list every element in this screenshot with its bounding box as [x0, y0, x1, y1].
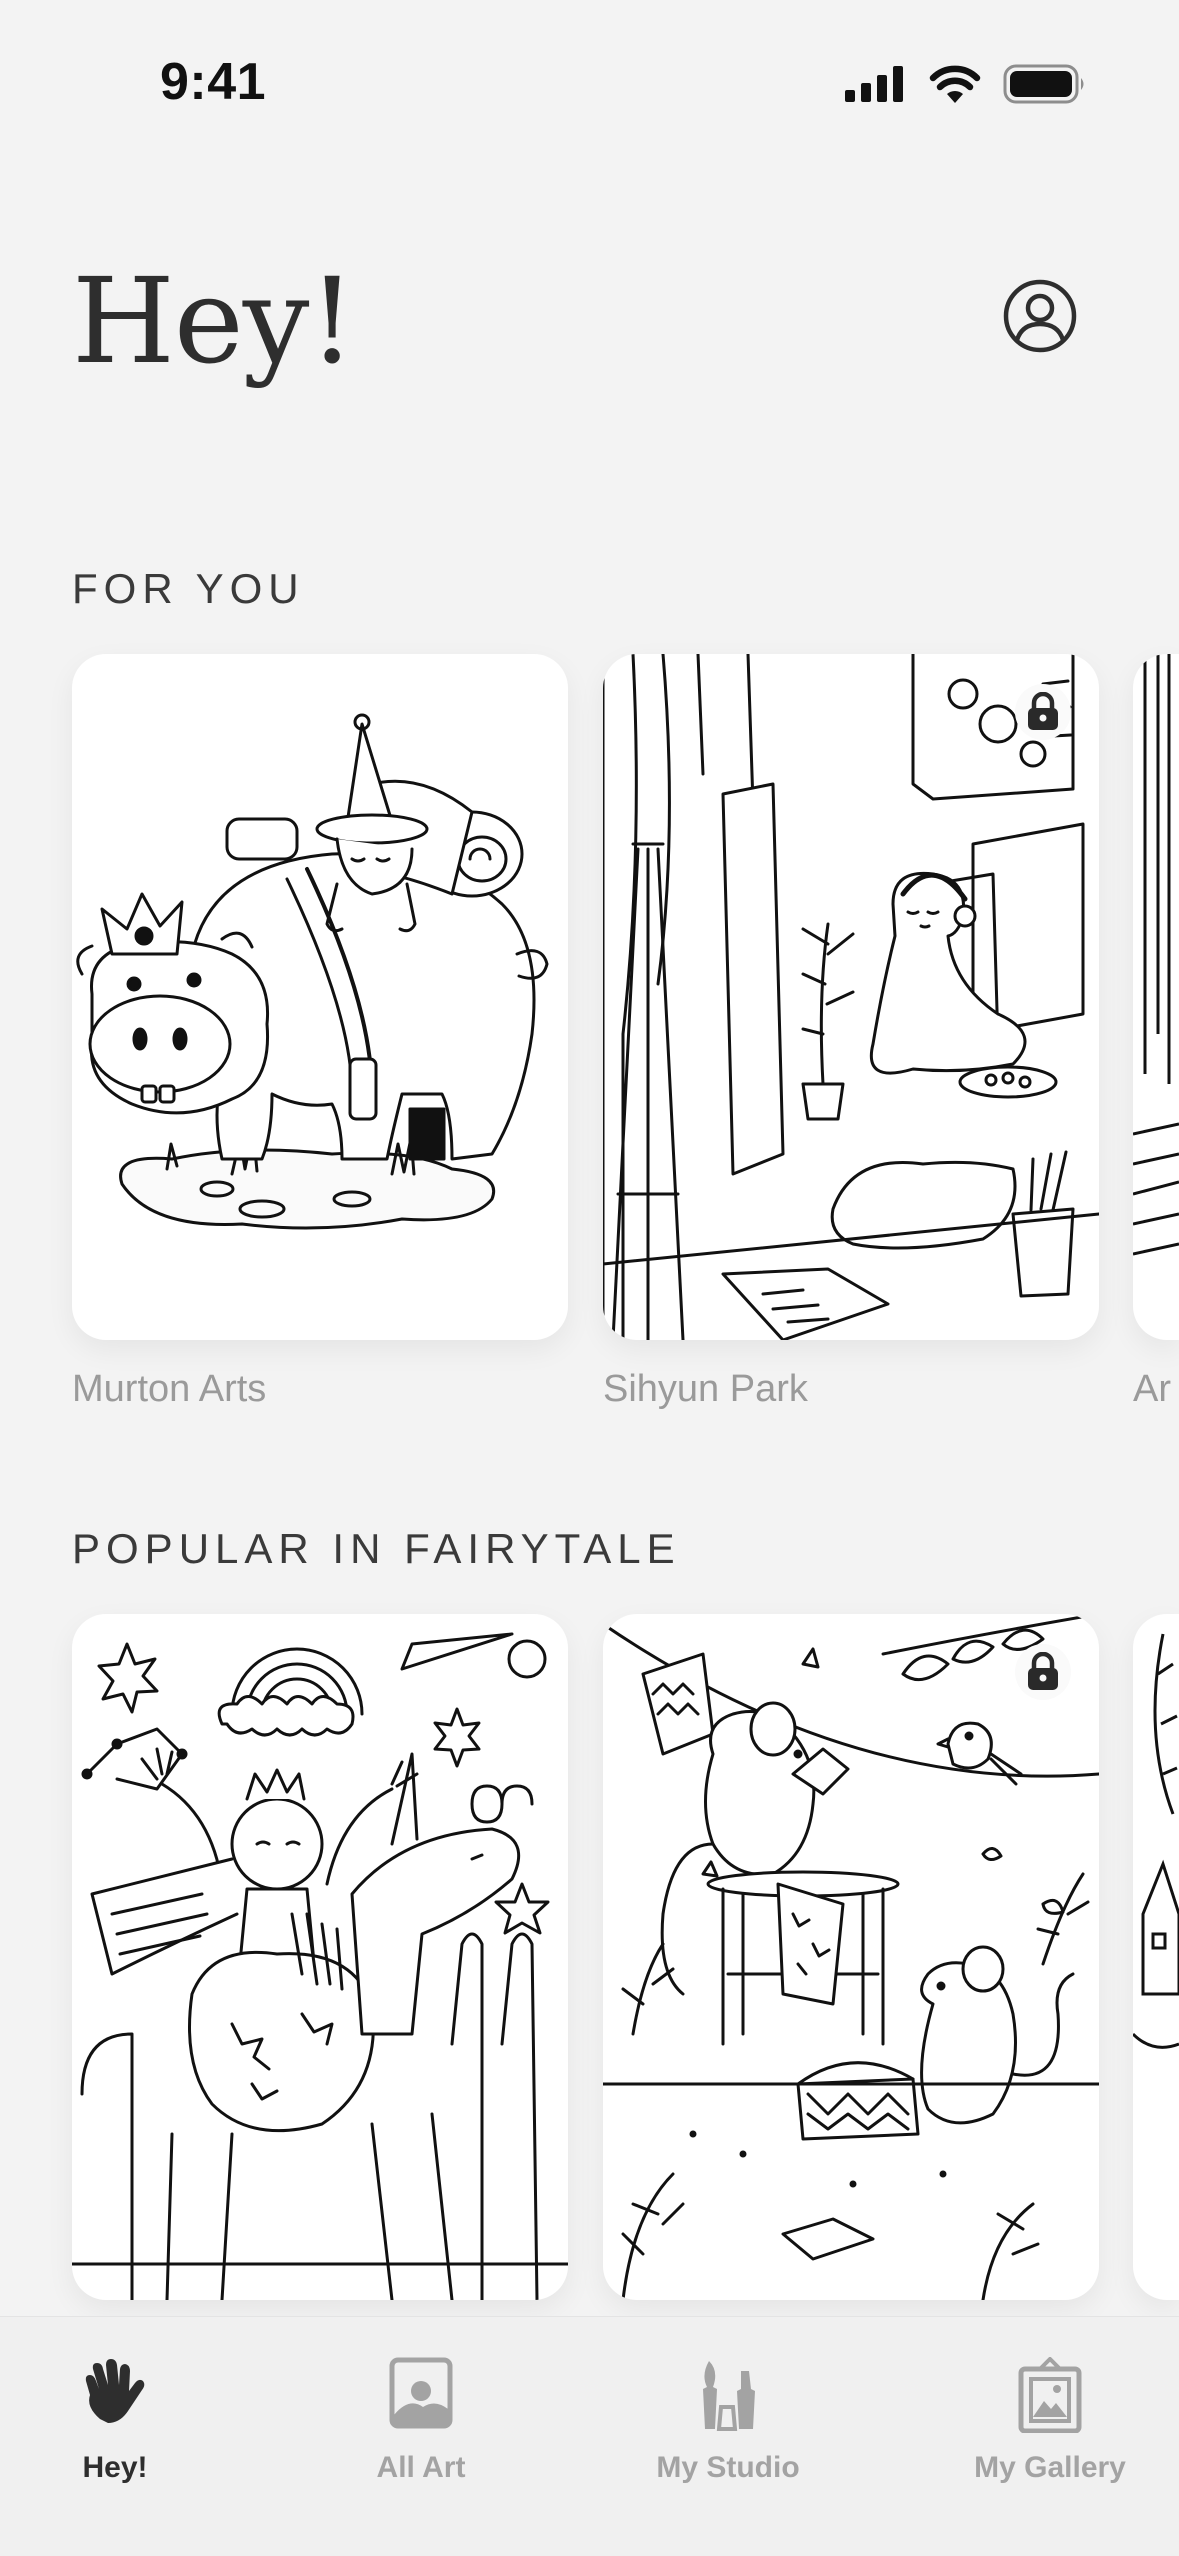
tab-label: Hey! [82, 2451, 148, 2484]
studio-artwork [603, 654, 1099, 1340]
section-title-popular-in-fairytale: POPULAR IN FAIRYTALE [72, 1525, 681, 1572]
artist-name: Ar [1133, 1368, 1171, 1410]
battery-icon [1003, 64, 1084, 104]
user-circle-icon [1003, 279, 1077, 353]
unicorn-artwork [72, 1632, 568, 2300]
tab-my-gallery[interactable]: My Gallery [955, 2317, 1145, 2517]
artist-name: Murton Arts [72, 1368, 267, 1410]
status-time: 9:41 [160, 53, 267, 111]
cellular-signal-icon [845, 66, 903, 102]
page-title: Hey! [72, 252, 356, 390]
tab-label: My Studio [656, 2451, 800, 2484]
lock-icon [1028, 1652, 1058, 1690]
tab-my-studio[interactable]: My Studio [628, 2317, 828, 2517]
artist-name: Sihyun Park [603, 1368, 808, 1410]
wifi-icon [929, 65, 981, 103]
artwork-card-peek[interactable] [1133, 654, 1179, 1340]
waving-hand-icon [85, 2359, 145, 2423]
artwork-card-mice[interactable] [603, 1614, 1099, 2300]
app-screen: 9:41 Hey! FOR YOU Murton Arts Sihyun Par… [0, 0, 1179, 2556]
tab-hey[interactable]: Hey! [40, 2317, 190, 2517]
tab-label: All Art [376, 2451, 466, 2484]
artwork-card-peek[interactable] [1133, 1614, 1179, 2300]
artwork-card-studio[interactable] [603, 654, 1099, 1340]
status-bar: 9:41 [0, 0, 1179, 150]
peek-artwork [1133, 1633, 1179, 2049]
peek-artwork [1133, 654, 1179, 1256]
section-title-for-you: FOR YOU [72, 565, 305, 612]
lock-badge [1015, 1644, 1071, 1700]
lock-icon [1028, 692, 1058, 730]
artwork-card-unicorn[interactable] [72, 1614, 568, 2300]
tab-label: My Gallery [974, 2451, 1126, 2484]
picture-icon [389, 2357, 453, 2429]
artwork-card-hippo[interactable] [72, 654, 568, 1340]
brushes-icon [703, 2361, 755, 2431]
framed-picture-icon [1018, 2357, 1082, 2433]
hippo-artwork [76, 713, 549, 1230]
mice-artwork [603, 1614, 1099, 2300]
lock-badge [1015, 684, 1071, 740]
tab-all-art[interactable]: All Art [346, 2317, 496, 2517]
status-icons [845, 64, 1087, 104]
tab-bar: Hey! All Art My Studio My Gallery [0, 2316, 1179, 2556]
profile-button[interactable] [1002, 278, 1078, 354]
